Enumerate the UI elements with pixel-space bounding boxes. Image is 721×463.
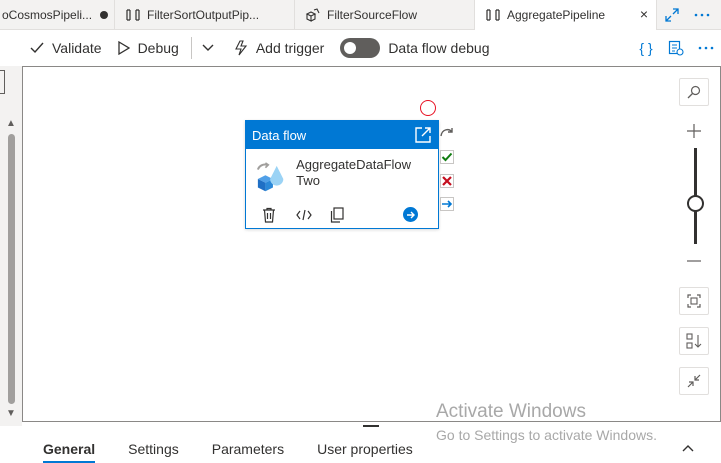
tab-aggregate-pipeline[interactable]: AggregatePipeline ×	[475, 0, 657, 30]
toolbar-divider	[190, 37, 192, 59]
unsaved-dot-icon	[100, 11, 109, 19]
tab-actions	[657, 0, 717, 29]
zoom-in-button[interactable]	[679, 117, 709, 145]
trigger-icon	[234, 40, 247, 56]
tab-filter-source-flow[interactable]: FilterSourceFlow	[295, 0, 475, 30]
validate-label: Validate	[52, 40, 102, 56]
tab-cosmos-pipeline[interactable]: oCosmosPipeli...	[0, 0, 115, 30]
fit-to-screen-icon	[687, 294, 701, 308]
zoom-to-fit-button[interactable]	[679, 287, 709, 315]
debug-options-dropdown[interactable]	[196, 31, 226, 65]
dataflow-icon	[305, 8, 321, 22]
collapse-icon	[687, 374, 701, 388]
add-trigger-button[interactable]: Add trigger	[226, 31, 332, 65]
tab-label: oCosmosPipeli...	[2, 8, 93, 22]
app-window: oCosmosPipeli... FilterSortOutputPip... …	[0, 0, 721, 463]
zoom-slider-handle[interactable]	[687, 195, 704, 212]
search-canvas-button[interactable]	[679, 78, 709, 106]
tab-filter-sort-output-pipeline[interactable]: FilterSortOutputPip...	[115, 0, 295, 30]
properties-icon[interactable]	[661, 31, 691, 65]
zoom-out-button[interactable]	[679, 247, 709, 275]
data-flow-debug-label: Data flow debug	[388, 40, 490, 56]
activate-windows-title: Activate Windows	[436, 401, 586, 422]
close-tab-icon[interactable]: ×	[640, 7, 648, 21]
activity-body: AggregateDataFlow Two	[246, 149, 438, 201]
pipeline-icon	[125, 8, 141, 22]
dataflow-cube-icon	[256, 162, 284, 192]
scroll-up-icon[interactable]: ▲	[6, 118, 16, 129]
collapse-panel-icon[interactable]	[682, 441, 694, 455]
debug-label: Debug	[137, 40, 179, 56]
on-failure-connector-icon[interactable]	[439, 174, 455, 188]
arrow-right-icon[interactable]	[403, 207, 418, 222]
more-tabs-icon[interactable]	[687, 0, 717, 30]
tab-label: FilterSortOutputPip...	[147, 8, 260, 22]
tab-label: AggregatePipeline	[507, 8, 606, 22]
add-trigger-label: Add trigger	[255, 40, 325, 56]
search-icon	[687, 85, 701, 99]
panel-resize-handle[interactable]	[363, 425, 379, 427]
activity-actions	[246, 201, 438, 229]
pipeline-toolbar: Validate Debug Add trigger Data flow deb…	[22, 31, 721, 65]
auto-align-button[interactable]	[679, 327, 709, 355]
toolbar-right-actions: { }	[631, 31, 721, 65]
tab-user-properties[interactable]: User properties	[296, 434, 425, 463]
toggle-knob	[344, 42, 357, 54]
checkmark-icon	[30, 42, 44, 54]
plus-icon	[687, 124, 701, 138]
activate-windows-subtitle: Go to Settings to activate Windows.	[436, 427, 657, 443]
on-skip-connector-icon[interactable]	[439, 125, 455, 139]
delete-icon[interactable]	[262, 207, 296, 223]
tab-label: FilterSourceFlow	[327, 8, 418, 22]
properties-tabs: General Settings Parameters User propert…	[22, 434, 425, 463]
minus-icon	[687, 260, 701, 262]
activity-type-label: Data flow	[252, 127, 307, 143]
code-view-button[interactable]: { }	[631, 31, 661, 65]
open-dataflow-icon[interactable]	[414, 126, 432, 147]
validate-button[interactable]: Validate	[22, 31, 110, 65]
on-success-connector-icon[interactable]	[439, 150, 455, 164]
activity-name: AggregateDataFlow Two	[296, 157, 412, 188]
code-icon[interactable]	[296, 209, 330, 221]
tab-general[interactable]: General	[22, 434, 107, 463]
play-icon	[117, 41, 130, 55]
activities-pane-handle[interactable]	[0, 70, 5, 94]
debug-button[interactable]: Debug	[110, 31, 187, 65]
tab-parameters[interactable]: Parameters	[191, 434, 296, 463]
collapse-view-button[interactable]	[679, 367, 709, 395]
data-flow-activity[interactable]: Data flow AggregateDataFlow Two	[245, 120, 439, 229]
vertical-scrollbar[interactable]	[8, 134, 15, 404]
tab-settings[interactable]: Settings	[107, 434, 191, 463]
scroll-down-icon[interactable]: ▼	[6, 408, 16, 419]
activity-header: Data flow	[246, 121, 438, 149]
chevron-down-icon	[202, 44, 214, 51]
pipeline-icon	[485, 8, 501, 22]
data-flow-debug-toggle[interactable]	[340, 38, 381, 58]
clone-icon[interactable]	[330, 207, 364, 223]
tab-bar: oCosmosPipeli... FilterSortOutputPip... …	[0, 0, 721, 30]
more-options-icon[interactable]	[691, 31, 721, 65]
on-completion-connector-icon[interactable]	[439, 197, 455, 211]
auto-align-icon	[686, 333, 702, 349]
expand-icon[interactable]	[657, 0, 687, 30]
validation-error-indicator-icon[interactable]	[420, 100, 436, 116]
